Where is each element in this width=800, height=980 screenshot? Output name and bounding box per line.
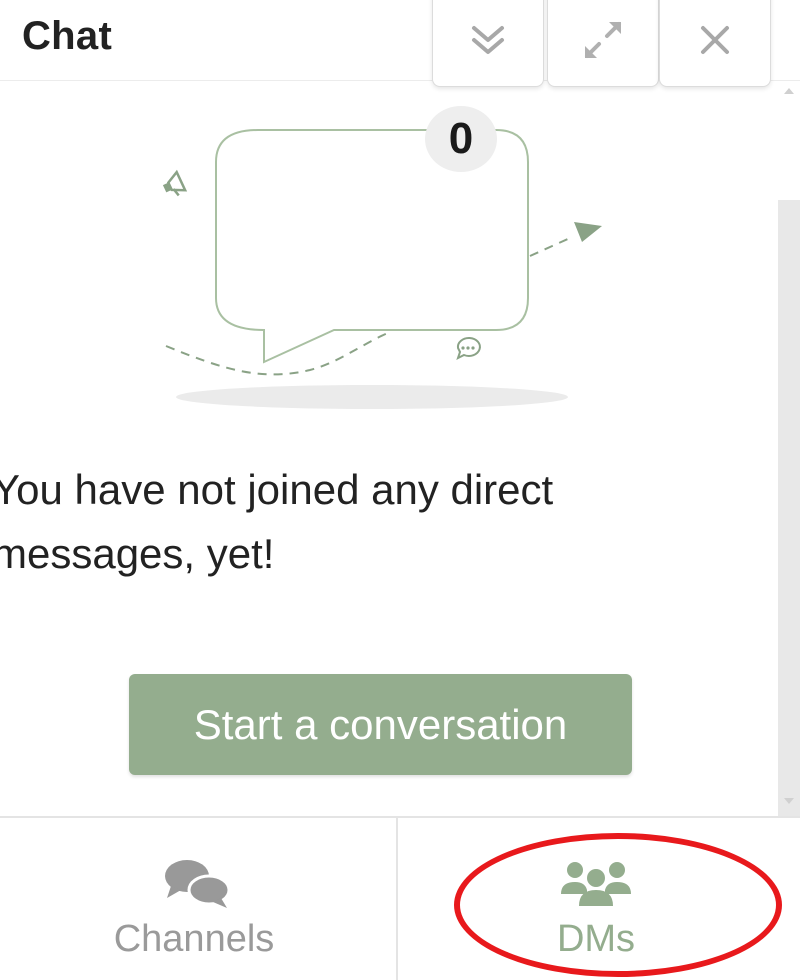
chat-header: Chat — [0, 0, 800, 87]
scrollbar-thumb[interactable] — [778, 200, 800, 868]
close-icon — [701, 26, 729, 54]
tab-channels[interactable]: Channels — [0, 818, 396, 980]
unread-count-badge: 0 — [425, 106, 497, 172]
tab-dms-label: DMs — [556, 918, 636, 960]
tab-dms[interactable]: DMs — [398, 818, 794, 980]
scrollbar-track[interactable] — [778, 82, 800, 868]
dms-people-group-icon — [561, 862, 631, 906]
empty-state-message: You have not joined any direct messages,… — [0, 466, 554, 577]
channels-chat-bubbles-icon — [165, 860, 231, 908]
bottom-nav: Channels DMs — [0, 816, 800, 980]
collapse-button[interactable] — [432, 0, 544, 87]
double-chevron-down-icon — [472, 26, 504, 54]
tab-channels-label: Channels — [113, 918, 275, 960]
panel-title: Chat — [22, 14, 113, 58]
expand-arrows-icon — [585, 22, 621, 58]
expand-button[interactable] — [547, 0, 659, 87]
scroll-down-arrow[interactable] — [784, 798, 794, 804]
chat-panel: Chat 0 You have not joined any direct me… — [0, 0, 800, 980]
close-button[interactable] — [659, 0, 771, 87]
empty-chat-illustration — [162, 129, 602, 409]
start-conversation-button[interactable]: Start a conversation — [129, 674, 632, 775]
